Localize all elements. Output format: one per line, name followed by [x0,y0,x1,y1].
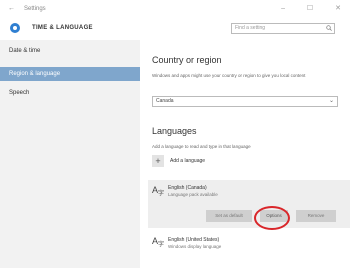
options-highlight-circle [254,206,290,230]
country-select[interactable]: Canada ⌄ [152,96,338,107]
sidebar-item-speech[interactable]: Speech [0,86,140,100]
remove-button[interactable]: Remove [296,210,336,222]
set-default-button[interactable]: Set as default [206,210,252,222]
add-language-label: Add a language [170,158,206,164]
remove-label: Remove [307,213,325,218]
languages-description: Add a language to read and type in that … [152,144,251,149]
window-controls[interactable]: – ☐ ✕ [281,4,351,12]
languages-heading: Languages [152,126,197,136]
sidebar: Date & time Region & language Speech [0,40,140,268]
gear-icon [10,23,20,33]
title-bar: ← Settings – ☐ ✕ [0,0,359,18]
region-description: Windows and apps might use your country … [152,73,306,78]
search-placeholder: Find a setting [235,25,266,31]
svg-text:字: 字 [158,240,164,247]
add-language-button[interactable]: + Add a language [152,155,302,169]
sidebar-item-label: Date & time [9,48,41,54]
sidebar-item-region-language[interactable]: Region & language [0,67,140,81]
sidebar-item-label: Region & language [9,71,61,77]
main-content: Country or region Windows and apps might… [140,40,359,268]
plus-icon: + [152,155,164,167]
svg-text:字: 字 [158,189,164,196]
language-name: English (United States) [168,237,220,243]
back-arrow-icon[interactable]: ← [8,5,15,12]
window-title: Settings [24,6,46,12]
country-value: Canada [156,98,174,104]
settings-header: TIME & LANGUAGE Find a setting [0,18,359,40]
sidebar-item-date-time[interactable]: Date & time [0,44,140,58]
page-title: TIME & LANGUAGE [32,25,93,31]
language-item-selected[interactable]: A 字 English (Canada) Language pack avail… [148,180,350,228]
search-input[interactable]: Find a setting [231,23,335,34]
chevron-down-icon: ⌄ [328,98,334,104]
region-heading: Country or region [152,55,222,65]
language-glyph-icon: A 字 [152,185,164,196]
language-name: English (Canada) [168,185,207,191]
language-status: Windows display language [168,244,222,249]
language-glyph-icon: A 字 [152,236,164,247]
set-default-label: Set as default [215,213,243,218]
search-icon [326,25,332,31]
language-status: Language pack available [168,192,218,197]
sidebar-item-label: Speech [9,90,30,96]
